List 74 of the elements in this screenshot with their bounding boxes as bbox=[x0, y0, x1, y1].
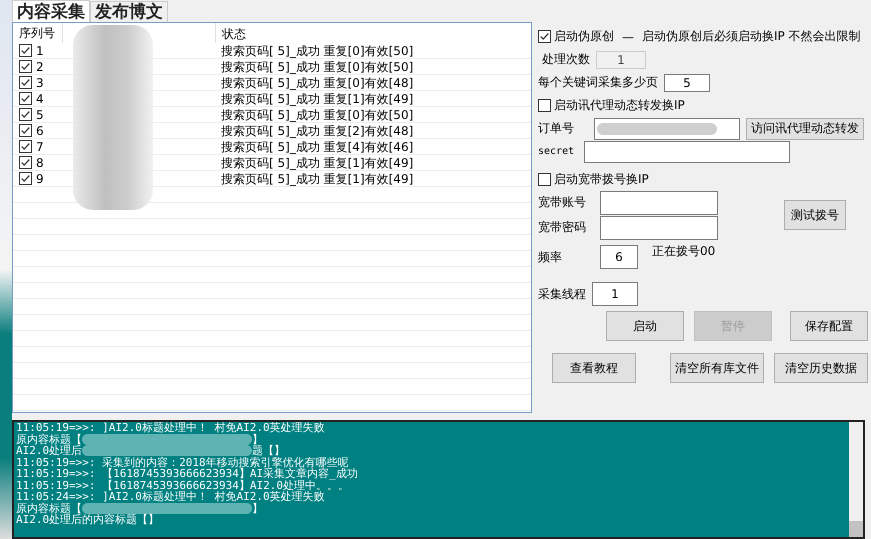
checkbox[interactable] bbox=[538, 30, 551, 43]
row-number: 9 bbox=[36, 170, 44, 186]
separator-dash: — bbox=[622, 30, 634, 44]
checkbox-label: 启动宽带拨号换IP bbox=[554, 171, 649, 188]
row-number: 4 bbox=[36, 90, 44, 106]
checkbox-label: 启动讯代理动态转发换IP bbox=[554, 97, 685, 114]
action-button[interactable]: 清空历史数据 bbox=[774, 353, 868, 383]
checkbox[interactable] bbox=[19, 60, 32, 73]
action-button[interactable]: 保存配置 bbox=[790, 311, 868, 341]
column-header: 状态 bbox=[221, 26, 247, 43]
log-line: 】 bbox=[252, 434, 263, 445]
dial-status: 正在拨号00 bbox=[651, 243, 716, 260]
proxy-button[interactable]: 访问讯代理动态转发 bbox=[746, 118, 864, 140]
field-label: 每个关键词采集多少页 bbox=[538, 74, 658, 91]
tab[interactable]: 发布博文 bbox=[90, 1, 168, 22]
note-text: 启动伪原创后必须启动换IP 不然会出限制 bbox=[642, 28, 861, 45]
input-field[interactable]: 5 bbox=[664, 74, 710, 92]
column-header: 序列号 bbox=[13, 23, 63, 43]
checkbox[interactable] bbox=[19, 108, 32, 121]
row-number: 1 bbox=[36, 42, 44, 58]
checkbox-label: 启动伪原创 bbox=[554, 28, 614, 45]
row-number: 7 bbox=[36, 138, 44, 154]
input-field[interactable]: 1 bbox=[592, 282, 638, 306]
status-text: 搜索页码[ 5]_成功 重复[0]有效[50] bbox=[221, 60, 414, 74]
scrollbar[interactable] bbox=[849, 422, 863, 537]
row-number: 8 bbox=[36, 154, 44, 170]
status-text: 搜索页码[ 5]_成功 重复[1]有效[49] bbox=[221, 156, 414, 170]
field-label: 频率 bbox=[538, 248, 563, 266]
status-text: 搜索页码[ 5]_成功 重复[2]有效[48] bbox=[221, 124, 414, 138]
log-line: AI2.0处理后的内容标题【】 bbox=[16, 514, 160, 526]
status-text: 搜索页码[ 5]_成功 重复[0]有效[48] bbox=[221, 76, 414, 90]
field-label: secret bbox=[538, 146, 576, 157]
log-line: 题【】 bbox=[252, 445, 286, 456]
checkbox[interactable] bbox=[19, 76, 32, 89]
tab[interactable]: 内容采集 bbox=[12, 0, 90, 22]
action-button[interactable]: 查看教程 bbox=[552, 353, 636, 383]
log-line: 11:05:19=>>: 采集到的内容：2018年移动搜索引擎优化有哪些呢 bbox=[16, 456, 349, 468]
checkbox[interactable] bbox=[538, 173, 551, 186]
checkbox[interactable] bbox=[19, 140, 32, 153]
row-number: 2 bbox=[36, 58, 44, 74]
status-text: 搜索页码[ 5]_成功 重复[4]有效[46] bbox=[221, 140, 414, 154]
field-label: 采集线程 bbox=[538, 286, 586, 302]
input-field[interactable] bbox=[584, 140, 790, 162]
input-field[interactable] bbox=[594, 118, 740, 140]
row-number: 5 bbox=[36, 106, 44, 122]
field-label: 处理次数 bbox=[542, 51, 590, 68]
log-line: 原内容标题【 bbox=[16, 502, 82, 514]
log-line: 11:05:19=>>: ]AI2.0标题处理中！ 村免AI2.0英处理失败 bbox=[16, 422, 326, 434]
input-field[interactable] bbox=[600, 216, 718, 240]
input-field[interactable]: 6 bbox=[600, 245, 638, 269]
action-button[interactable]: 启动 bbox=[606, 311, 684, 341]
checkbox[interactable] bbox=[19, 124, 32, 137]
test-dial-button[interactable]: 测试拨号 bbox=[784, 200, 846, 230]
checkbox[interactable] bbox=[538, 99, 551, 112]
field-label: 宽带账号 bbox=[538, 194, 587, 211]
log-line: 11:05:19=>>: 【1618745393666623934】AI采集文章内容_成功 bbox=[16, 468, 359, 480]
checkbox[interactable] bbox=[19, 92, 32, 105]
row-number: 3 bbox=[36, 74, 44, 90]
status-text: 搜索页码[ 5]_成功 重复[1]有效[49] bbox=[221, 92, 414, 106]
checkbox[interactable] bbox=[19, 172, 32, 185]
log-line: 原内容标题【 bbox=[16, 434, 82, 445]
log-line: 11:05:24=>>: ]AI2.0标题处理中！ 村免AI2.0英处理失败 bbox=[16, 491, 326, 502]
checkbox[interactable] bbox=[19, 44, 32, 57]
row-number: 6 bbox=[36, 122, 44, 138]
status-text: 搜索页码[ 5]_成功 重复[0]有效[50] bbox=[221, 44, 414, 58]
log-line: 】 bbox=[252, 502, 263, 514]
status-text: 搜索页码[ 5]_成功 重复[1]有效[49] bbox=[221, 172, 414, 186]
field-label: 宽带密码 bbox=[538, 219, 587, 236]
log-line: AI2.0处理后 bbox=[16, 445, 82, 456]
status-text: 搜索页码[ 5]_成功 重复[0]有效[50] bbox=[221, 108, 414, 122]
checkbox[interactable] bbox=[19, 156, 32, 169]
input-field[interactable] bbox=[600, 190, 718, 214]
action-button[interactable]: 清空所有库文件 bbox=[670, 353, 764, 383]
field-label: 订单号 bbox=[538, 120, 575, 137]
